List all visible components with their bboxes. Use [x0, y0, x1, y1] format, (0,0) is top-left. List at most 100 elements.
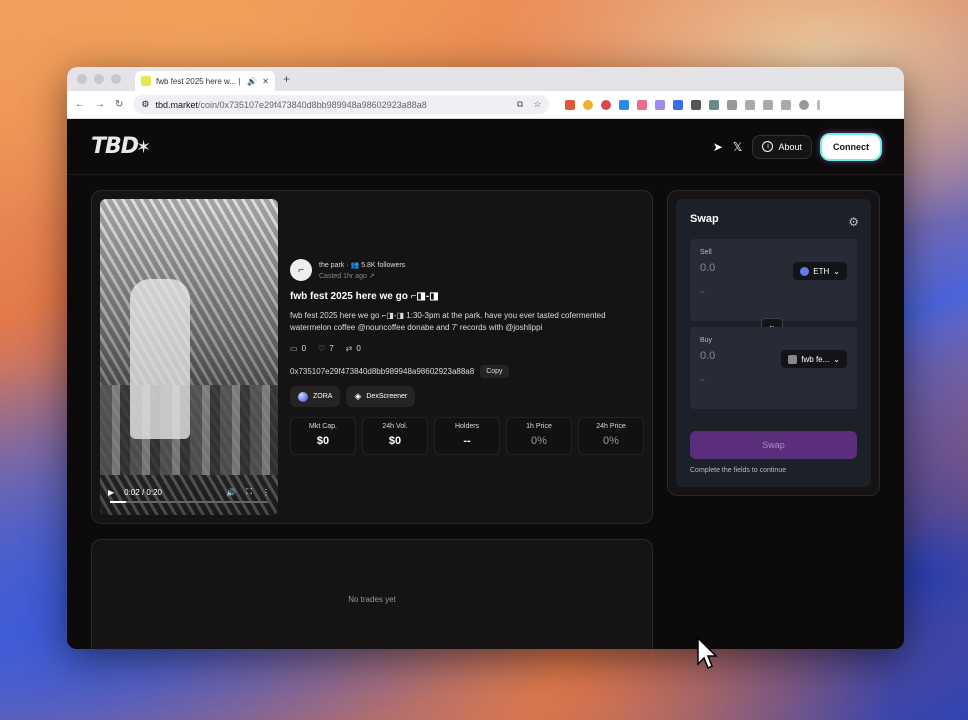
- dexscreener-icon: ◈: [354, 391, 362, 401]
- no-trades-text: No trades yet: [348, 594, 396, 604]
- likes-stat[interactable]: ♡ 7: [318, 344, 334, 353]
- tab-bar: fwb fest 2025 here w... | 🔊 ✕ +: [67, 67, 904, 91]
- more-options-icon[interactable]: ⋮: [262, 488, 270, 497]
- sell-label: Sell: [700, 249, 712, 256]
- coin-card: ▶ 0:02 / 0:20 🔊 ⛶ ⋮ ⌐ the park · 👥 5.8K …: [91, 190, 653, 524]
- copy-button[interactable]: Copy: [480, 365, 509, 378]
- swap-hint: Complete the fields to continue: [690, 467, 787, 474]
- downloads-icon[interactable]: [781, 99, 792, 110]
- logo-text: TBD: [91, 134, 139, 159]
- extensions-puzzle-icon[interactable]: [727, 99, 738, 110]
- extension-gmail-icon[interactable]: [565, 99, 576, 110]
- buy-box: Buy 0.0 ~ fwb fe... ⌄: [690, 327, 857, 409]
- forward-icon[interactable]: →: [95, 99, 105, 110]
- x-twitter-icon[interactable]: 𝕏: [733, 140, 743, 154]
- volume-icon[interactable]: 🔊: [226, 488, 236, 497]
- video-time: 0:02 / 0:20: [124, 487, 162, 497]
- comments-count: 0: [301, 344, 307, 353]
- external-link-icon[interactable]: ↗: [369, 273, 375, 280]
- swap-button[interactable]: Swap: [690, 431, 857, 459]
- reload-icon[interactable]: ↻: [115, 99, 123, 110]
- metric-24h-price: 24h Price 0%: [578, 417, 644, 455]
- recast-icon: ⇄: [345, 344, 353, 353]
- about-button[interactable]: i About: [752, 134, 812, 159]
- post-info: ⌐ the park · 👥 5.8K followers Casted 1hr…: [290, 259, 646, 455]
- metric-value: $0: [316, 435, 330, 447]
- eth-icon: [800, 266, 810, 276]
- metric-24h-vol: 24h Vol. $0: [362, 417, 428, 455]
- contract-address-row: 0x735107e29f473840d8bb989948a98602923a88…: [290, 365, 646, 378]
- sell-token-select[interactable]: ETH ⌄: [793, 262, 847, 280]
- trades-panel: No trades yet: [91, 539, 653, 649]
- url-input[interactable]: ⚙ tbd.market/coin/0x735107e29f473840d8bb…: [133, 95, 550, 114]
- likes-count: 7: [329, 344, 334, 353]
- metric-mkt-cap: Mkt Cap. $0: [290, 417, 356, 455]
- video-progress-bar[interactable]: [110, 501, 268, 503]
- video-progress-fill: [110, 501, 126, 503]
- play-icon[interactable]: ▶: [108, 488, 114, 497]
- buy-token-select[interactable]: fwb fe... ⌄: [781, 350, 847, 368]
- bookmark-star-icon[interactable]: ☆: [533, 99, 541, 110]
- chevron-down-icon: ⌄: [833, 266, 840, 276]
- telegram-icon[interactable]: ➤: [713, 140, 723, 154]
- extension-red-icon[interactable]: [601, 99, 612, 110]
- extension-chrome-icon[interactable]: [583, 99, 594, 110]
- sparkle-icon: ✶: [136, 137, 151, 158]
- buy-token-label: fwb fe...: [801, 354, 830, 364]
- post-description: fwb fest 2025 here we go ⌐◨-◨ 1:30-3pm a…: [290, 311, 606, 332]
- extension-k-icon[interactable]: [619, 99, 630, 110]
- followers-count: 5.8K followers: [361, 261, 406, 269]
- tab-search-icon[interactable]: [763, 99, 774, 110]
- metric-value: 0%: [603, 435, 619, 447]
- tab-title: fwb fest 2025 here w... |: [156, 76, 241, 86]
- url-path: /coin/0x735107e29f473840d8bb989948a98602…: [198, 99, 427, 110]
- browser-menu-icon[interactable]: [817, 99, 821, 110]
- back-icon[interactable]: ←: [75, 99, 85, 110]
- fullscreen-icon[interactable]: ⛶: [246, 487, 252, 497]
- buy-usd-value: ~: [700, 376, 705, 385]
- extension-pink-icon[interactable]: [637, 99, 648, 110]
- buy-label: Buy: [700, 337, 713, 344]
- gear-icon[interactable]: ⚙: [848, 215, 859, 229]
- video-player[interactable]: ▶ 0:02 / 0:20 🔊 ⛶ ⋮: [100, 199, 278, 515]
- recasts-stat[interactable]: ⇄ 0: [346, 344, 361, 353]
- favicon-icon: [141, 76, 151, 86]
- profile-icon[interactable]: [799, 99, 810, 110]
- browser-tab[interactable]: fwb fest 2025 here w... | 🔊 ✕: [135, 71, 275, 91]
- speaker-icon[interactable]: 🔊: [247, 77, 257, 86]
- extension-grid-icon[interactable]: [709, 99, 720, 110]
- avatar[interactable]: ⌐: [290, 259, 312, 281]
- extension-blue-icon[interactable]: [673, 99, 684, 110]
- metric-label: 1h Price: [526, 423, 552, 430]
- close-window-button[interactable]: [77, 74, 87, 84]
- install-icon[interactable]: ⧉: [517, 99, 523, 110]
- close-tab-icon[interactable]: ✕: [262, 77, 269, 86]
- video-person: [130, 279, 190, 439]
- extension-p-icon[interactable]: [691, 99, 702, 110]
- creator-name[interactable]: the park: [319, 262, 344, 269]
- sell-token-label: ETH: [813, 266, 830, 276]
- metrics-row: Mkt Cap. $0 24h Vol. $0 Holders -- 1h Price…: [290, 417, 646, 455]
- minimize-window-button[interactable]: [94, 74, 104, 84]
- page: TBD✶ ➤ 𝕏 i About Connect ▶ 0:02 / 0:20 🔊…: [67, 119, 904, 649]
- extension-purple-icon[interactable]: [655, 99, 666, 110]
- metric-label: 24h Vol.: [382, 423, 408, 430]
- connect-button[interactable]: Connect: [822, 134, 880, 159]
- swap-title: Swap: [690, 213, 719, 225]
- site-info-icon[interactable]: ⚙: [141, 99, 149, 110]
- url-domain: tbd.market: [155, 99, 198, 110]
- sidebar-icon[interactable]: [745, 99, 756, 110]
- comments-stat[interactable]: ▭ 0: [290, 344, 306, 353]
- info-icon: i: [762, 141, 774, 152]
- site-logo[interactable]: TBD✶: [91, 134, 151, 159]
- zora-link[interactable]: ZORA: [290, 386, 341, 407]
- metric-holders: Holders --: [434, 417, 500, 455]
- browser-window: fwb fest 2025 here w... | 🔊 ✕ + ← → ↻ ⚙ …: [67, 67, 904, 649]
- metric-1h-price: 1h Price 0%: [506, 417, 572, 455]
- site-header: TBD✶ ➤ 𝕏 i About Connect: [67, 119, 904, 175]
- metric-label: 24h Price: [596, 423, 626, 430]
- dexscreener-link[interactable]: ◈ DexScreener: [346, 386, 416, 407]
- new-tab-button[interactable]: +: [283, 72, 290, 86]
- maximize-window-button[interactable]: [111, 74, 121, 84]
- zora-label: ZORA: [313, 393, 333, 400]
